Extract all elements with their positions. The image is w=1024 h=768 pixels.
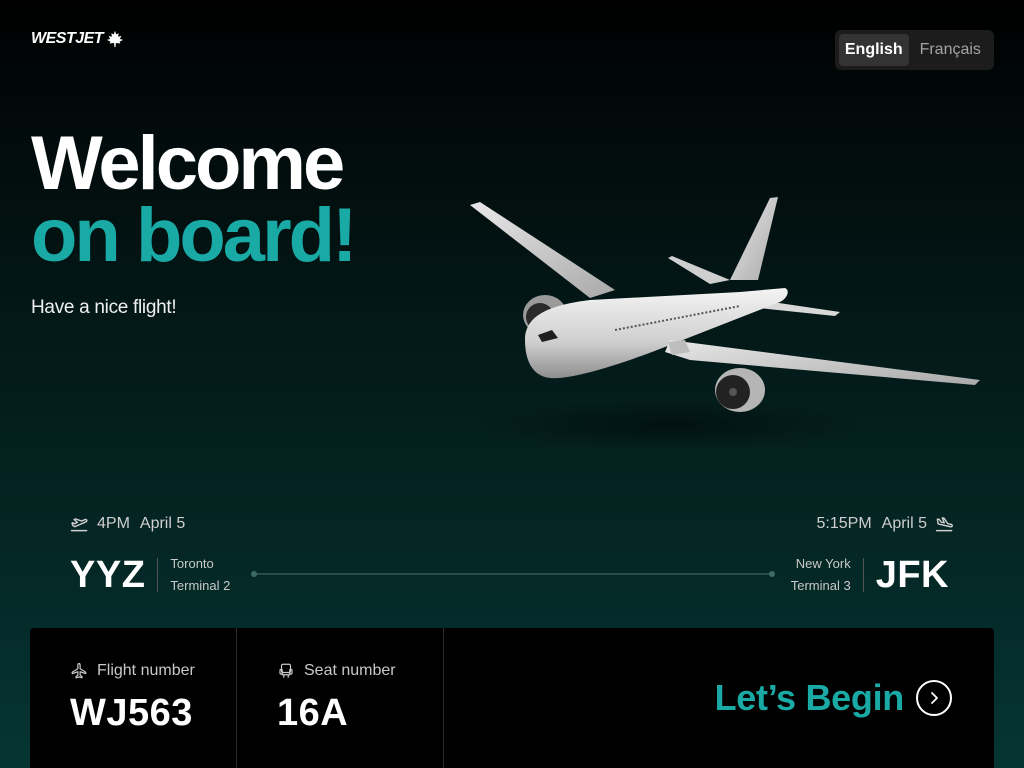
lets-begin-label: Let’s Begin (714, 677, 905, 718)
divider (157, 558, 159, 592)
plane-landing-icon (935, 517, 953, 532)
seat-number-label: Seat number (277, 662, 443, 680)
arrival-city: New York (795, 556, 851, 571)
arrival-terminal: Terminal 3 (790, 578, 851, 593)
welcome-title: Welcome on board! (31, 121, 357, 278)
welcome-subtitle: Have a nice flight! (31, 297, 177, 318)
lets-begin-button[interactable]: Let’s Begin (444, 628, 994, 768)
arrival-time-value: 5:15PM (816, 514, 872, 532)
divider (862, 558, 864, 592)
seat-number-value: 16A (277, 692, 349, 734)
departure-terminal: Terminal 2 (170, 578, 231, 593)
departure-time-value: 4PM (97, 514, 130, 532)
arrival-date: April 5 (881, 514, 927, 532)
seat-number-label-text: Seat number (304, 662, 396, 679)
chevron-right-icon (916, 680, 952, 716)
flight-number-value: WJ563 (70, 692, 193, 734)
plane-icon (71, 662, 87, 679)
flight-number-label: Flight number (70, 662, 236, 680)
arrival-meta: New York Terminal 3 (791, 553, 851, 597)
flight-number-card: Flight number WJ563 (30, 628, 237, 768)
arrival-airport: New York Terminal 3 JFK (791, 553, 949, 597)
departure-time: 4PM April 5 (70, 514, 185, 533)
seat-number-card: Seat number 16A (237, 628, 444, 768)
route-start-dot (251, 571, 257, 577)
departure-code: YYZ (70, 553, 146, 596)
arrival-time: 5:15PM April 5 (817, 514, 955, 533)
maple-leaf-icon (106, 30, 124, 48)
flight-number-label-text: Flight number (97, 662, 195, 679)
departure-meta: Toronto Terminal 2 (170, 553, 230, 597)
westjet-logo: WESTJET (31, 30, 124, 48)
departure-date: April 5 (139, 514, 186, 532)
departure-airport: YYZ Toronto Terminal 2 (70, 553, 230, 597)
airplane-image (470, 197, 980, 450)
departure-city: Toronto (170, 556, 214, 571)
seat-icon (279, 663, 293, 678)
welcome-title-line1: Welcome (31, 121, 345, 206)
route-end-dot (769, 571, 775, 577)
welcome-title-line2: on board! (31, 193, 357, 278)
route-line (251, 571, 775, 577)
flight-details-panel: Flight number WJ563 Seat number 16A Let’… (30, 628, 994, 768)
plane-takeoff-icon (70, 518, 88, 532)
language-english-button[interactable]: English (839, 34, 909, 66)
arrival-code: JFK (875, 553, 949, 596)
language-french-button[interactable]: Français (911, 34, 990, 66)
language-switcher: English Français (835, 30, 994, 70)
brand-name: WESTJET (31, 30, 104, 47)
